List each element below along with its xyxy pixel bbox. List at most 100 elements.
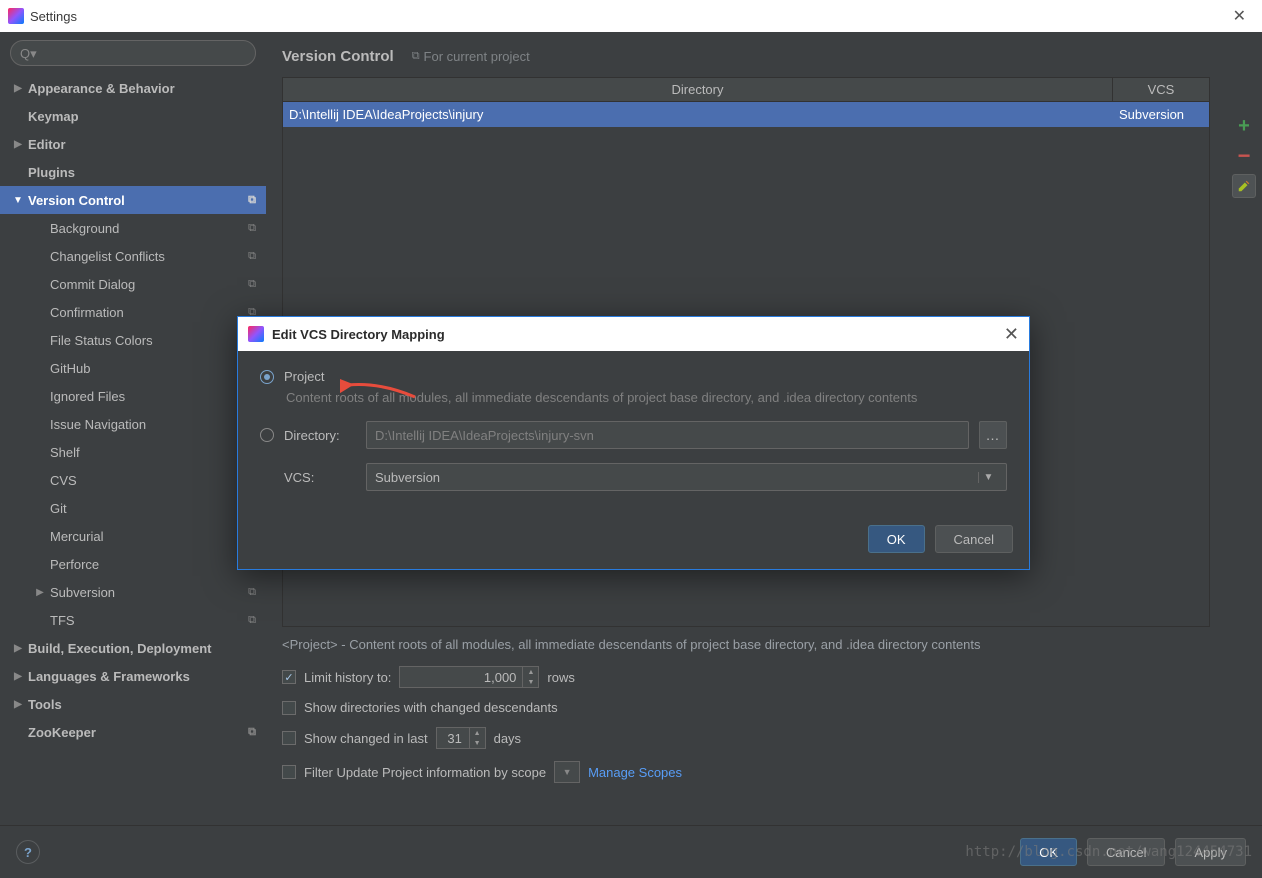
- tree-item-label: Ignored Files: [48, 389, 244, 404]
- tree-item-background[interactable]: Background⧉: [0, 214, 266, 242]
- project-hint: Content roots of all modules, all immedi…: [286, 390, 1007, 405]
- tree-item-changelist-conflicts[interactable]: Changelist Conflicts⧉: [0, 242, 266, 270]
- tree-item-version-control[interactable]: ▼Version Control⧉: [0, 186, 266, 214]
- spinner-icon[interactable]: ▲▼: [522, 667, 538, 687]
- project-scope-icon: [244, 668, 260, 684]
- close-icon[interactable]: ✕: [1225, 6, 1254, 26]
- tree-item-keymap[interactable]: Keymap: [0, 102, 266, 130]
- settings-tree: ▶Appearance & BehaviorKeymap▶EditorPlugi…: [0, 74, 266, 825]
- search-input[interactable]: [10, 40, 256, 66]
- tree-item-label: Appearance & Behavior: [26, 81, 244, 96]
- tree-item-plugins[interactable]: Plugins: [0, 158, 266, 186]
- tree-item-issue-navigation[interactable]: Issue Navigation⧉: [0, 410, 266, 438]
- tree-item-label: File Status Colors: [48, 333, 244, 348]
- scope-dropdown[interactable]: ▼: [554, 761, 580, 783]
- help-button[interactable]: ?: [16, 840, 40, 864]
- dialog-ok-button[interactable]: OK: [868, 525, 925, 553]
- manage-scopes-link[interactable]: Manage Scopes: [588, 765, 682, 780]
- remove-button[interactable]: −: [1232, 144, 1256, 168]
- project-radio[interactable]: [260, 370, 274, 384]
- cancel-button[interactable]: Cancel: [1087, 838, 1165, 866]
- tree-item-confirmation[interactable]: Confirmation⧉: [0, 298, 266, 326]
- page-title: Version Control: [282, 48, 394, 65]
- project-desc: <Project> - Content roots of all modules…: [282, 637, 1210, 652]
- expand-arrow-icon: ▶: [10, 671, 26, 682]
- for-project-label: ⧉ For current project: [412, 49, 530, 64]
- show-dirs-checkbox[interactable]: [282, 701, 296, 715]
- tree-item-file-status-colors[interactable]: File Status Colors⧉: [0, 326, 266, 354]
- tree-item-appearance-behavior[interactable]: ▶Appearance & Behavior: [0, 74, 266, 102]
- tree-item-label: Tools: [26, 697, 244, 712]
- project-scope-icon: ⧉: [244, 612, 260, 628]
- apply-button[interactable]: Apply: [1175, 838, 1246, 866]
- tree-item-shelf[interactable]: Shelf⧉: [0, 438, 266, 466]
- tree-item-tools[interactable]: ▶Tools: [0, 690, 266, 718]
- tree-item-git[interactable]: Git⧉: [0, 494, 266, 522]
- tree-item-label: CVS: [48, 473, 244, 488]
- edit-button[interactable]: [1232, 174, 1256, 198]
- add-button[interactable]: +: [1232, 114, 1256, 138]
- project-scope-icon: ⧉: [412, 50, 420, 63]
- tree-item-editor[interactable]: ▶Editor: [0, 130, 266, 158]
- tree-item-label: GitHub: [48, 361, 244, 376]
- directory-radio[interactable]: [260, 428, 274, 442]
- directory-field[interactable]: D:\Intellij IDEA\IdeaProjects\injury-svn: [366, 421, 969, 449]
- project-scope-icon: ⧉: [244, 248, 260, 264]
- edit-vcs-dialog: Edit VCS Directory Mapping ✕ Project Con…: [237, 316, 1030, 570]
- vcs-label: VCS:: [284, 470, 356, 485]
- tree-item-label: Build, Execution, Deployment: [26, 641, 244, 656]
- col-directory[interactable]: Directory: [283, 78, 1113, 101]
- expand-arrow-icon: ▶: [10, 643, 26, 654]
- limit-history-label: Limit history to:: [304, 670, 391, 685]
- project-scope-icon: [244, 696, 260, 712]
- ok-button[interactable]: OK: [1020, 838, 1077, 866]
- spinner-icon[interactable]: ▲▼: [469, 728, 485, 748]
- project-scope-icon: ⧉: [244, 584, 260, 600]
- rows-label: rows: [547, 670, 574, 685]
- days-label: days: [494, 731, 521, 746]
- table-toolbar: + −: [1232, 114, 1262, 198]
- tree-item-languages-frameworks[interactable]: ▶Languages & Frameworks: [0, 662, 266, 690]
- dialog-cancel-button[interactable]: Cancel: [935, 525, 1013, 553]
- vcs-select[interactable]: Subversion ▼: [366, 463, 1007, 491]
- project-scope-icon: [244, 80, 260, 96]
- col-vcs[interactable]: VCS: [1113, 78, 1209, 101]
- dialog-title: Edit VCS Directory Mapping: [272, 327, 445, 342]
- tree-item-label: Editor: [26, 137, 244, 152]
- tree-item-mercurial[interactable]: Mercurial⧉: [0, 522, 266, 550]
- limit-history-field[interactable]: 1,000 ▲▼: [399, 666, 539, 688]
- tree-item-zookeeper[interactable]: ZooKeeper⧉: [0, 718, 266, 746]
- tree-item-label: Commit Dialog: [48, 277, 244, 292]
- table-row[interactable]: D:\Intellij IDEA\IdeaProjects\injury Sub…: [283, 102, 1209, 127]
- tree-item-label: Subversion: [48, 585, 244, 600]
- project-scope-icon: ⧉: [244, 192, 260, 208]
- app-icon: [8, 8, 24, 24]
- tree-item-label: Version Control: [26, 193, 244, 208]
- project-scope-icon: [244, 164, 260, 180]
- tree-item-subversion[interactable]: ▶Subversion⧉: [0, 578, 266, 606]
- tree-item-github[interactable]: GitHub⧉: [0, 354, 266, 382]
- expand-arrow-icon: ▶: [32, 587, 48, 598]
- tree-item-label: Shelf: [48, 445, 244, 460]
- tree-item-perforce[interactable]: Perforce⧉: [0, 550, 266, 578]
- tree-item-label: Changelist Conflicts: [48, 249, 244, 264]
- expand-arrow-icon: ▶: [10, 699, 26, 710]
- tree-item-ignored-files[interactable]: Ignored Files⧉: [0, 382, 266, 410]
- cell-directory: D:\Intellij IDEA\IdeaProjects\injury: [283, 107, 1113, 122]
- tree-item-commit-dialog[interactable]: Commit Dialog⧉: [0, 270, 266, 298]
- chevron-down-icon: ▼: [978, 472, 998, 483]
- tree-item-label: Languages & Frameworks: [26, 669, 244, 684]
- tree-item-tfs[interactable]: TFS⧉: [0, 606, 266, 634]
- sidebar: Q▾ ▶Appearance & BehaviorKeymap▶EditorPl…: [0, 32, 266, 825]
- show-changed-checkbox[interactable]: [282, 731, 296, 745]
- pencil-icon: [1237, 179, 1251, 193]
- tree-item-label: TFS: [48, 613, 244, 628]
- tree-item-cvs[interactable]: CVS⧉: [0, 466, 266, 494]
- table-header: Directory VCS: [283, 78, 1209, 102]
- days-field[interactable]: 31 ▲▼: [436, 727, 486, 749]
- filter-scope-checkbox[interactable]: [282, 765, 296, 779]
- close-icon[interactable]: ✕: [1004, 324, 1019, 345]
- browse-button[interactable]: …: [979, 421, 1007, 449]
- tree-item-build-execution-deployment[interactable]: ▶Build, Execution, Deployment: [0, 634, 266, 662]
- limit-history-checkbox[interactable]: [282, 670, 296, 684]
